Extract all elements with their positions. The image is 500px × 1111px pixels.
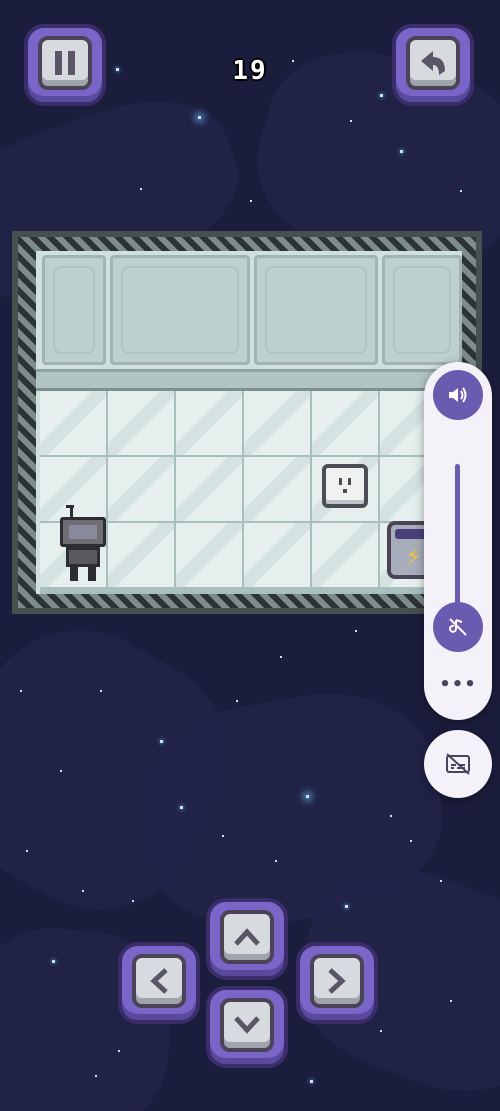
dpad-down-button[interactable] (206, 986, 288, 1068)
arrow-left-icon (150, 968, 168, 994)
power-outlet (322, 464, 368, 508)
floor-tile (176, 391, 242, 455)
floor-tile (108, 457, 174, 521)
floor-tile (108, 391, 174, 455)
dpad-left-button[interactable] (118, 942, 200, 1024)
lightning-bolt-icon: ⚡ (405, 543, 422, 571)
undo-arrow-icon (421, 51, 445, 75)
captions-off-icon (446, 753, 470, 775)
wall-panel (254, 255, 378, 365)
mute-icon (449, 618, 467, 636)
floor-tile (244, 523, 310, 587)
arrow-right-icon (328, 968, 346, 994)
captions-button[interactable] (424, 730, 492, 798)
outlet-icon (334, 474, 356, 496)
volume-slider[interactable] (455, 464, 460, 614)
speaker-button[interactable] (433, 370, 483, 420)
robot-icon (60, 517, 106, 547)
more-options-button[interactable]: ••• (424, 674, 492, 695)
dpad-up-button[interactable] (206, 898, 288, 980)
floor-tile (108, 523, 174, 587)
floor-tile (244, 391, 310, 455)
speaker-icon (449, 387, 467, 403)
floor-tile (40, 391, 106, 455)
floor-tile (312, 391, 378, 455)
wall-panel (42, 255, 106, 365)
floor-tile (312, 523, 378, 587)
undo-button[interactable] (392, 24, 474, 106)
arrow-down-icon (234, 1016, 260, 1034)
wall-panel (110, 255, 250, 365)
wall-panel (382, 255, 462, 365)
floor-tile (176, 523, 242, 587)
floor-tile (176, 457, 242, 521)
mute-button[interactable] (433, 602, 483, 652)
robot-player (58, 505, 108, 581)
dpad-right-button[interactable] (296, 942, 378, 1024)
volume-panel: ••• (424, 362, 492, 720)
arrow-up-icon (234, 928, 260, 946)
wall-ledge (36, 369, 462, 391)
floor-tile (244, 457, 310, 521)
